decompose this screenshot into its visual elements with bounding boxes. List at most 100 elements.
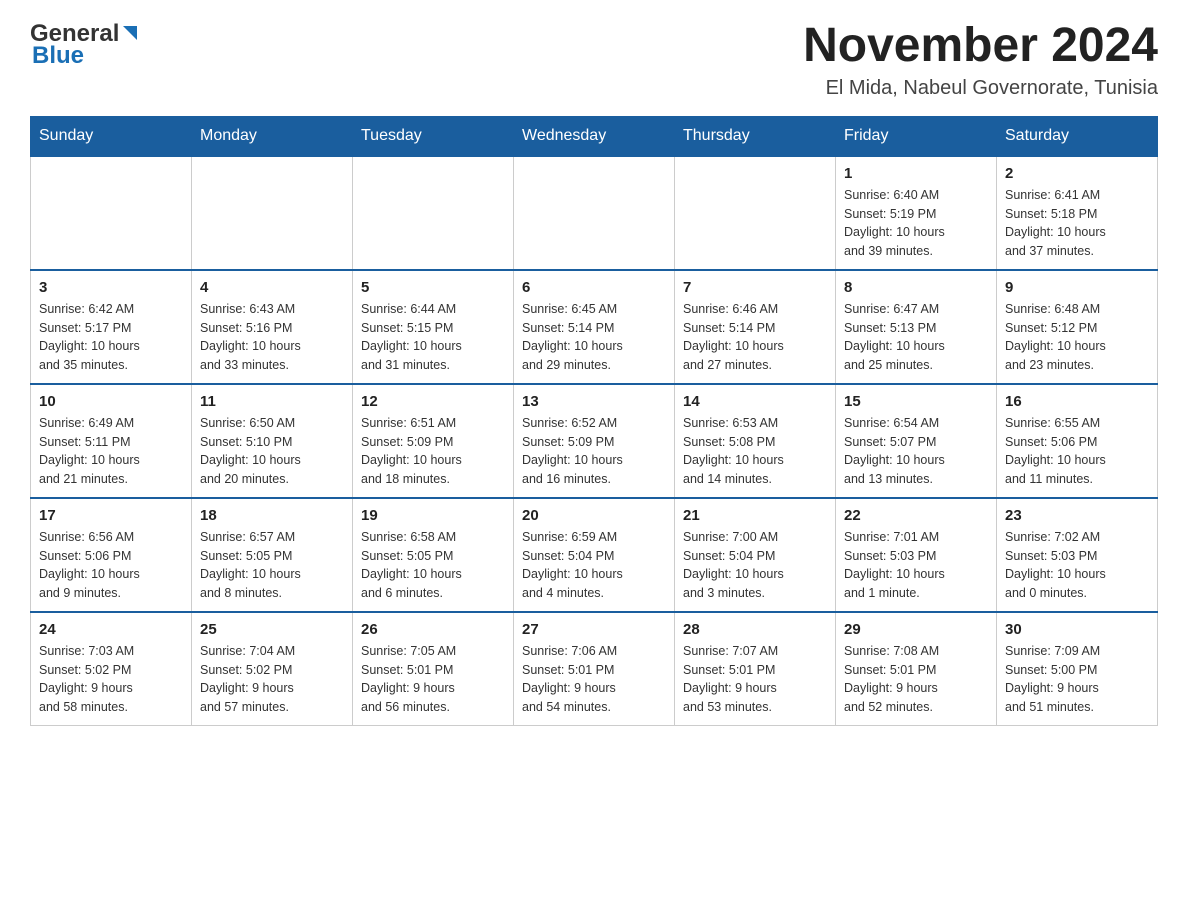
logo-triangle-icon (121, 24, 139, 47)
calendar-cell: 6Sunrise: 6:45 AM Sunset: 5:14 PM Daylig… (514, 270, 675, 384)
day-number: 7 (683, 279, 827, 296)
day-info: Sunrise: 6:52 AM Sunset: 5:09 PM Dayligh… (522, 414, 666, 489)
calendar-cell: 14 Sunrise: 6:53 AM Sunset: 5:08 PM Dayli… (675, 384, 836, 498)
day-number: 1 (844, 165, 988, 182)
calendar-cell: 11 Sunrise: 6:50 AM Sunset: 5:10 PM Dayli… (192, 384, 353, 498)
day-number: 6 (522, 279, 666, 296)
day-number: 30 (1005, 621, 1149, 638)
day-number: 22 (844, 507, 988, 524)
calendar-cell (353, 156, 514, 270)
day-number: 9 (1005, 279, 1149, 296)
day-info: Sunrise: 7:05 AM Sunset: 5:01 PM Dayligh… (361, 642, 505, 717)
calendar-week-1: 1Sunrise: 6:40 AM Sunset: 5:19 PM Daylig… (31, 156, 1158, 270)
day-number: 24 (39, 621, 183, 638)
day-number: 15 (844, 393, 988, 410)
day-info: Sunrise: 6:54 AM Sunset: 5:07 PM Dayligh… (844, 414, 988, 489)
day-info: Sunrise: 7:08 AM Sunset: 5:01 PM Dayligh… (844, 642, 988, 717)
day-info: Sunrise: 7:07 AM Sunset: 5:01 PM Dayligh… (683, 642, 827, 717)
day-info: Sunrise: 6:51 AM Sunset: 5:09 PM Dayligh… (361, 414, 505, 489)
day-info: Sunrise: 7:00 AM Sunset: 5:04 PM Dayligh… (683, 528, 827, 603)
day-info: Sunrise: 6:50 AM Sunset: 5:10 PM Dayligh… (200, 414, 344, 489)
day-info: Sunrise: 7:02 AM Sunset: 5:03 PM Dayligh… (1005, 528, 1149, 603)
calendar-cell: 2Sunrise: 6:41 AM Sunset: 5:18 PM Daylig… (997, 156, 1158, 270)
calendar-cell (31, 156, 192, 270)
weekday-header-tuesday: Tuesday (353, 116, 514, 156)
day-info: Sunrise: 6:57 AM Sunset: 5:05 PM Dayligh… (200, 528, 344, 603)
calendar-week-5: 24 Sunrise: 7:03 AM Sunset: 5:02 PM Dayli… (31, 612, 1158, 726)
weekday-header-wednesday: Wednesday (514, 116, 675, 156)
day-info: Sunrise: 6:56 AM Sunset: 5:06 PM Dayligh… (39, 528, 183, 603)
day-number: 20 (522, 507, 666, 524)
day-number: 28 (683, 621, 827, 638)
weekday-header-monday: Monday (192, 116, 353, 156)
day-number: 13 (522, 393, 666, 410)
weekday-header-sunday: Sunday (31, 116, 192, 156)
calendar-cell: 9Sunrise: 6:48 AM Sunset: 5:12 PM Daylig… (997, 270, 1158, 384)
day-number: 17 (39, 507, 183, 524)
calendar-cell: 23 Sunrise: 7:02 AM Sunset: 5:03 PM Dayli… (997, 498, 1158, 612)
calendar-cell: 18Sunrise: 6:57 AM Sunset: 5:05 PM Dayli… (192, 498, 353, 612)
day-info: Sunrise: 7:06 AM Sunset: 5:01 PM Dayligh… (522, 642, 666, 717)
day-number: 19 (361, 507, 505, 524)
day-info: Sunrise: 7:03 AM Sunset: 5:02 PM Dayligh… (39, 642, 183, 717)
day-number: 25 (200, 621, 344, 638)
calendar-table: SundayMondayTuesdayWednesdayThursdayFrid… (30, 116, 1158, 726)
calendar-week-3: 10 Sunrise: 6:49 AM Sunset: 5:11 PM Dayli… (31, 384, 1158, 498)
calendar-cell: 20 Sunrise: 6:59 AM Sunset: 5:04 PM Dayli… (514, 498, 675, 612)
day-number: 12 (361, 393, 505, 410)
calendar-cell (514, 156, 675, 270)
calendar-cell: 26 Sunrise: 7:05 AM Sunset: 5:01 PM Dayli… (353, 612, 514, 726)
weekday-header-thursday: Thursday (675, 116, 836, 156)
day-number: 27 (522, 621, 666, 638)
location: El Mida, Nabeul Governorate, Tunisia (803, 77, 1158, 100)
month-title: November 2024 (803, 20, 1158, 73)
calendar-cell: 3Sunrise: 6:42 AM Sunset: 5:17 PM Daylig… (31, 270, 192, 384)
day-info: Sunrise: 6:43 AM Sunset: 5:16 PM Dayligh… (200, 300, 344, 375)
day-number: 11 (200, 393, 344, 410)
calendar-cell: 17 Sunrise: 6:56 AM Sunset: 5:06 PM Dayli… (31, 498, 192, 612)
page-header: General Blue November 2024 El Mida, Nabe… (30, 20, 1158, 100)
day-number: 10 (39, 393, 183, 410)
weekday-header-row: SundayMondayTuesdayWednesdayThursdayFrid… (31, 116, 1158, 156)
logo: General Blue (30, 20, 139, 70)
day-info: Sunrise: 6:44 AM Sunset: 5:15 PM Dayligh… (361, 300, 505, 375)
day-number: 16 (1005, 393, 1149, 410)
calendar-cell: 7 Sunrise: 6:46 AM Sunset: 5:14 PM Daylig… (675, 270, 836, 384)
day-number: 29 (844, 621, 988, 638)
day-info: Sunrise: 6:41 AM Sunset: 5:18 PM Dayligh… (1005, 186, 1149, 261)
day-info: Sunrise: 6:42 AM Sunset: 5:17 PM Dayligh… (39, 300, 183, 375)
day-number: 4 (200, 279, 344, 296)
weekday-header-saturday: Saturday (997, 116, 1158, 156)
calendar-cell: 8 Sunrise: 6:47 AM Sunset: 5:13 PM Daylig… (836, 270, 997, 384)
day-info: Sunrise: 6:49 AM Sunset: 5:11 PM Dayligh… (39, 414, 183, 489)
day-info: Sunrise: 7:09 AM Sunset: 5:00 PM Dayligh… (1005, 642, 1149, 717)
weekday-header-friday: Friday (836, 116, 997, 156)
calendar-cell: 27 Sunrise: 7:06 AM Sunset: 5:01 PM Dayli… (514, 612, 675, 726)
calendar-week-4: 17 Sunrise: 6:56 AM Sunset: 5:06 PM Dayli… (31, 498, 1158, 612)
day-info: Sunrise: 7:04 AM Sunset: 5:02 PM Dayligh… (200, 642, 344, 717)
day-number: 23 (1005, 507, 1149, 524)
day-info: Sunrise: 6:53 AM Sunset: 5:08 PM Dayligh… (683, 414, 827, 489)
day-info: Sunrise: 6:46 AM Sunset: 5:14 PM Dayligh… (683, 300, 827, 375)
calendar-cell: 25 Sunrise: 7:04 AM Sunset: 5:02 PM Dayli… (192, 612, 353, 726)
calendar-cell: 19 Sunrise: 6:58 AM Sunset: 5:05 PM Dayli… (353, 498, 514, 612)
calendar-week-2: 3Sunrise: 6:42 AM Sunset: 5:17 PM Daylig… (31, 270, 1158, 384)
calendar-cell (192, 156, 353, 270)
calendar-cell: 12 Sunrise: 6:51 AM Sunset: 5:09 PM Dayli… (353, 384, 514, 498)
calendar-cell: 24 Sunrise: 7:03 AM Sunset: 5:02 PM Dayli… (31, 612, 192, 726)
day-info: Sunrise: 6:47 AM Sunset: 5:13 PM Dayligh… (844, 300, 988, 375)
calendar-cell: 22 Sunrise: 7:01 AM Sunset: 5:03 PM Dayli… (836, 498, 997, 612)
calendar-cell: 4 Sunrise: 6:43 AM Sunset: 5:16 PM Daylig… (192, 270, 353, 384)
calendar-cell (675, 156, 836, 270)
day-number: 8 (844, 279, 988, 296)
calendar-cell: 10 Sunrise: 6:49 AM Sunset: 5:11 PM Dayli… (31, 384, 192, 498)
day-info: Sunrise: 6:55 AM Sunset: 5:06 PM Dayligh… (1005, 414, 1149, 489)
day-number: 26 (361, 621, 505, 638)
day-info: Sunrise: 6:58 AM Sunset: 5:05 PM Dayligh… (361, 528, 505, 603)
day-number: 5 (361, 279, 505, 296)
title-area: November 2024 El Mida, Nabeul Governorat… (803, 20, 1158, 100)
calendar-cell: 16 Sunrise: 6:55 AM Sunset: 5:06 PM Dayli… (997, 384, 1158, 498)
day-number: 14 (683, 393, 827, 410)
day-info: Sunrise: 7:01 AM Sunset: 5:03 PM Dayligh… (844, 528, 988, 603)
day-info: Sunrise: 6:59 AM Sunset: 5:04 PM Dayligh… (522, 528, 666, 603)
